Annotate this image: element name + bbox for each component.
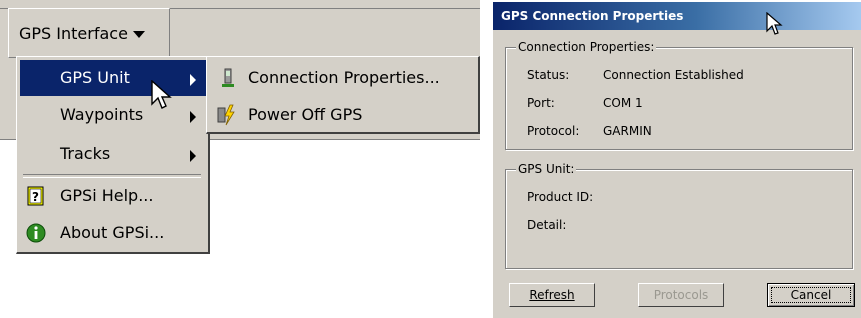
menu-item-about-gpsi[interactable]: About GPSi... — [20, 215, 206, 251]
group-legend: Connection Properties: — [516, 40, 657, 54]
menu-item-label: Tracks — [60, 144, 111, 163]
menu-item-label: GPS Unit — [60, 68, 130, 87]
menu-item-label: About GPSi... — [60, 223, 165, 242]
menu-item-gpsi-help[interactable]: ? GPSi Help... — [20, 178, 206, 214]
dialog-screenshot: GPS Connection Properties Connection Pro… — [492, 0, 861, 318]
chevron-down-icon — [133, 31, 145, 38]
dialog-titlebar[interactable]: GPS Connection Properties — [493, 2, 861, 30]
menu-screenshot: GPS Interface GPS Unit Waypoints Tracks … — [0, 0, 480, 318]
detail-label: Detail: — [527, 218, 567, 232]
status-label: Status: — [527, 68, 570, 82]
submenu-arrow-icon — [190, 74, 196, 86]
mouse-cursor-icon — [151, 80, 172, 109]
gps-interface-menu: GPS Unit Waypoints Tracks ? GPSi Help... — [16, 56, 210, 254]
help-book-icon: ? — [26, 186, 46, 206]
gps-unit-submenu: Connection Properties... Power Off GPS — [206, 56, 480, 134]
port-label: Port: — [527, 96, 555, 110]
submenu-item-power-off-gps[interactable]: Power Off GPS — [210, 97, 476, 133]
svg-text:?: ? — [32, 190, 39, 204]
info-icon — [26, 223, 46, 243]
protocols-button[interactable]: Protocols — [638, 283, 724, 307]
submenu-arrow-icon — [190, 111, 196, 123]
lightning-icon — [216, 104, 236, 126]
protocols-button-label: Protocols — [653, 288, 709, 302]
cancel-button[interactable]: Cancel — [767, 283, 855, 307]
refresh-button[interactable]: Refresh — [509, 283, 595, 307]
product-id-label: Product ID: — [527, 190, 594, 204]
port-value: COM 1 — [603, 96, 643, 110]
submenu-item-connection-properties[interactable]: Connection Properties... — [210, 60, 476, 96]
submenu-item-label: Connection Properties... — [248, 68, 440, 87]
refresh-button-label: Refresh — [529, 288, 575, 302]
protocol-value: GARMIN — [603, 124, 652, 138]
group-legend: GPS Unit: — [516, 162, 577, 176]
gps-interface-label: GPS Interface — [19, 24, 128, 43]
menu-item-label: Waypoints — [60, 105, 144, 124]
menu-item-gps-unit[interactable]: GPS Unit — [20, 60, 206, 96]
gps-device-icon — [218, 67, 238, 87]
status-value: Connection Established — [603, 68, 744, 82]
submenu-item-label: Power Off GPS — [248, 105, 363, 124]
mouse-cursor-icon — [766, 12, 783, 35]
focus-rectangle — [771, 287, 851, 303]
gps-connection-properties-dialog: GPS Connection Properties Connection Pro… — [492, 2, 861, 318]
menu-item-label: GPSi Help... — [60, 186, 154, 205]
menu-item-tracks[interactable]: Tracks — [20, 136, 206, 172]
gps-interface-button[interactable]: GPS Interface — [8, 8, 170, 58]
menu-item-waypoints[interactable]: Waypoints — [20, 97, 206, 133]
submenu-arrow-icon — [190, 150, 196, 162]
protocol-label: Protocol: — [527, 124, 580, 138]
dialog-title: GPS Connection Properties — [501, 9, 684, 23]
